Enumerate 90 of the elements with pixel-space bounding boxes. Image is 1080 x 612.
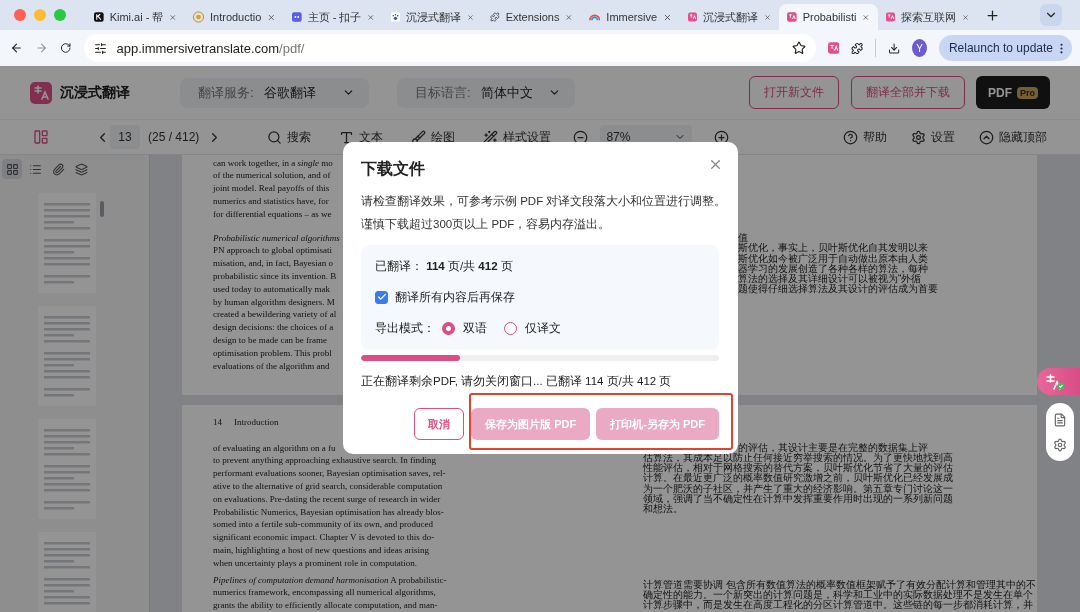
toolbar-button[interactable]: 文本 [339, 128, 384, 146]
header-button[interactable]: 打开新文件 [749, 76, 839, 109]
sidebar-toggle-icon[interactable] [33, 129, 49, 145]
page-number: 14 [213, 416, 222, 429]
paragraph: Pipelines of computation demand harmonisation A probabilistic- numerics framework, encompassing all numerical algorithms, grants the ability to efficiently allocate computation, and man- [213, 573, 447, 612]
page-thumbnail[interactable] [38, 419, 96, 519]
settings-icon[interactable] [1053, 437, 1067, 452]
download-icon[interactable] [888, 40, 901, 56]
settings-icon [911, 129, 926, 145]
checkbox-label: 翻译所有内容后再保存 [395, 289, 515, 305]
site-icon [391, 10, 400, 24]
dialog-note: 谨慎下载超过300页以上 PDF，容易内存溢出。 [361, 217, 612, 232]
radio-label: 仅译文 [525, 320, 561, 336]
close-window-icon[interactable] [14, 9, 26, 21]
puzzle-icon [490, 10, 500, 24]
running-head: Introduction [234, 416, 279, 429]
grid-icon [5, 162, 19, 176]
site-icon [688, 10, 697, 24]
page-thumbnail[interactable] [38, 306, 96, 406]
scrollbar-thumb[interactable] [100, 201, 104, 217]
toolbar-button[interactable]: 搜索 [267, 128, 312, 146]
reload-icon[interactable] [60, 41, 72, 55]
address-field[interactable]: app.immersivetranslate.com/pdf/ [83, 34, 816, 62]
relaunch-button[interactable]: Relaunch to update [938, 35, 1072, 61]
site-icon [886, 10, 895, 24]
cancel-button[interactable]: 取消 [414, 408, 465, 440]
paragraph: of evaluating an algorithm on a fu to prevent anything approaching exhaustive search. In finding performant evaluations sooner, Bayesian optimisation saves, rel- ative to the alternative of grid search, considerable computation on evaluations. Pre-dating the recent surge of research in wider Probabilistic Numerics, Bayesian optimisation has already blos- somed into a fertile sub-community of its own, and produced significant economic impact. Chapter V is devoted to this do- main, highlighting a host of new questions and ideas arising when uncertainty plays a prominent role in computation. [213, 441, 446, 570]
status-text: 正在翻译剩余PDF, 请勿关闭窗口... 已翻译 114 页/共 412 页 [361, 374, 673, 389]
list-icon [28, 162, 42, 176]
site-info-icon[interactable] [93, 41, 107, 55]
check-icon [376, 292, 387, 302]
site-icon [292, 10, 302, 24]
pdf-button[interactable]: PDF Pro [976, 76, 1050, 109]
site-icon [94, 10, 104, 24]
translate-icon [1045, 372, 1065, 391]
extensions-icon[interactable] [850, 40, 864, 56]
paragraph: can work together, in a single mo of the numerical solution, and of joint model. Real payoffs of this numerics and statistics have, for for differential equations – as we [213, 156, 333, 221]
translated-count: 已翻译： 114 页/共 412 页 [375, 258, 513, 274]
paragraph: 值 斯优化，事实上，贝叶斯优化自其发明以来 斯优化如今被广泛用于自动做出原本由人类 器学习的发展创造了各种各样的算法，每种 算法的选择及其详细设计可以被视为“外循 题使得仔细选择算法及其设计的评估成为首要 [738, 233, 938, 295]
view-tab[interactable] [2, 159, 22, 179]
radio-button[interactable] [504, 321, 517, 335]
checkbox[interactable] [375, 290, 388, 304]
text-icon [339, 129, 355, 145]
toolbar-button[interactable]: 样式设置 [483, 128, 552, 146]
browser-tab[interactable]: Kimi.ai - 帮 [86, 4, 185, 30]
browser-tab[interactable]: 沉浸式翻译 [383, 4, 482, 30]
zoom-in-icon[interactable] [714, 129, 730, 145]
browser-tab[interactable]: Immersive [581, 4, 680, 30]
site-icon [827, 41, 839, 55]
browser-tab[interactable]: Probabilisti [779, 4, 878, 30]
select-field[interactable]: 目标语言: 简体中文 [397, 77, 575, 108]
logo-icon [30, 81, 52, 104]
chevron-up-icon [979, 129, 994, 145]
paragraph: Probabilistic numerical algorithms PN approach to global optimisati misation, and, in fact, Bayesian o probabilistic since its invention. B used today to automatically mak by human algorithm designers. M created a bewildering variety of al design decisions: the choices of a design to be made can be frame optimisation problem. This probl evaluations of the algorithm and [213, 231, 340, 373]
site-icon [787, 10, 797, 24]
radio-label: 双语 [463, 320, 487, 336]
dialog-note: 请检查翻译效果，可参考示例 PDF 对译文段落大小和位置进行调整。 [361, 194, 719, 209]
browser-tab[interactable]: 沉浸式翻译 [680, 4, 779, 30]
profile-avatar[interactable]: Y [912, 39, 927, 57]
page-count: (25 / 412) [148, 130, 200, 144]
browser-tab[interactable]: Extensions [482, 4, 581, 30]
toolbar-button[interactable]: 设置 [911, 128, 955, 146]
translate-float-button[interactable] [1037, 368, 1080, 395]
new-tab-icon[interactable] [985, 7, 1000, 23]
select-field[interactable]: 翻译服务: 谷歌翻译 [180, 77, 369, 108]
toolbar-button[interactable]: 帮助 [843, 128, 887, 146]
page-thumbnail[interactable] [38, 193, 96, 293]
bookmark-star-icon[interactable] [791, 41, 806, 55]
dialog-title: 下载文件 [361, 159, 425, 179]
tab-list-button[interactable] [1040, 4, 1062, 26]
radio-button[interactable] [442, 321, 455, 335]
mode-label: 导出模式： [375, 320, 435, 336]
document-icon[interactable] [1053, 412, 1067, 427]
layers-icon [74, 162, 88, 176]
browser-tab[interactable]: Introductio [185, 4, 284, 30]
app-name: 沉浸式翻译 [60, 83, 130, 102]
browser-tab[interactable]: 主页 - 扣子 [284, 4, 383, 30]
paragraph: 计算管道需要协调 包含所有数值算法的概率数值框架赋予了有效分配计算和管理其中的不 确定性的能力。一个新突出的计算问题是，科学和工业中的实际数据处理不是发生在单个 计算步骤中，而是发生在高度工程化的分区计算管道中。这些链的每一步都消耗计算，并 [643, 579, 1036, 611]
browser-tab[interactable]: 探索互联网 [878, 4, 977, 30]
wand-icon [483, 129, 499, 145]
paperclip-icon [51, 162, 65, 176]
page-thumbnail[interactable] [38, 532, 96, 612]
paragraph: 的评估，其设计主要是在完整的数据集上评 [738, 442, 928, 453]
site-icon [193, 10, 204, 24]
header-button[interactable]: 翻译全部并下载 [851, 76, 965, 109]
search-icon [267, 129, 283, 145]
zoom-out-icon[interactable] [573, 129, 589, 145]
help-icon [843, 129, 858, 145]
toolbar-button[interactable]: 隐藏顶部 [979, 128, 1047, 146]
page-input[interactable]: 13 [110, 125, 140, 149]
